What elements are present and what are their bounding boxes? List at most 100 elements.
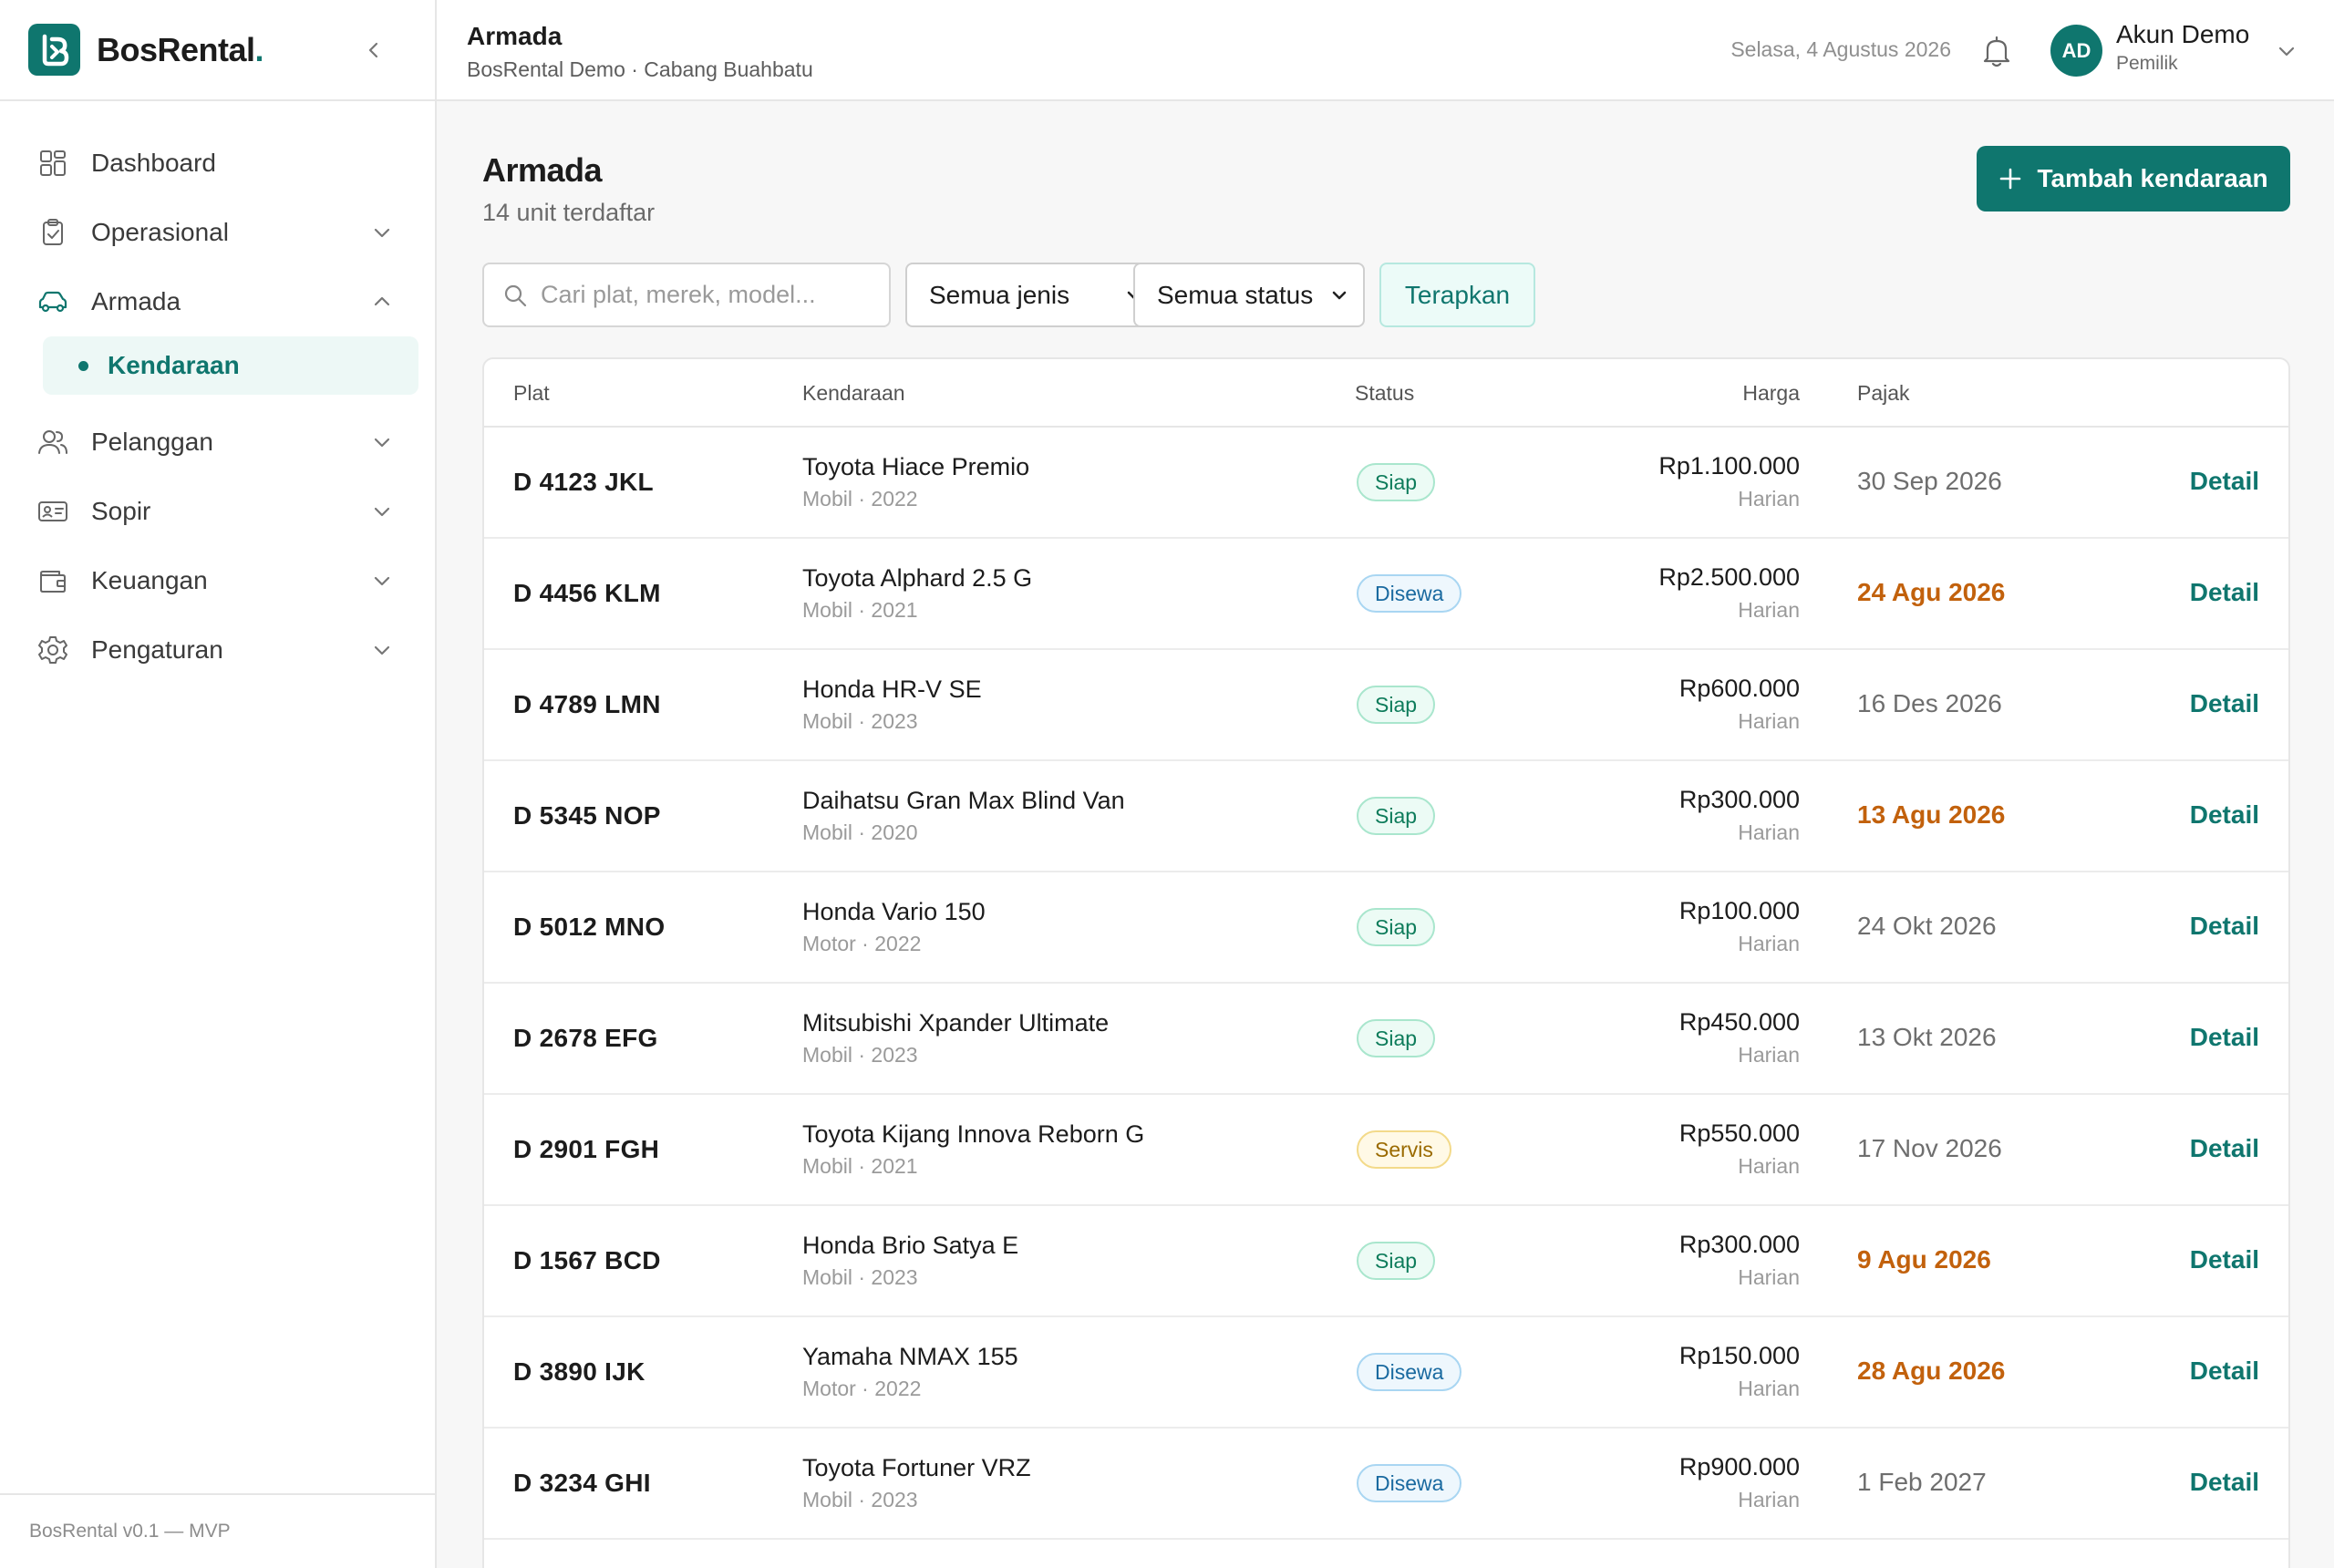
tax-date: 30 Sep 2026 <box>1857 467 2002 495</box>
chevron-down-icon <box>369 220 395 245</box>
table-row[interactable]: D 5012 MNO Honda Vario 150 Motor · 2022 Sia… <box>484 872 2288 984</box>
sidebar-item-pengaturan[interactable]: Pengaturan <box>0 615 435 685</box>
tax-date: 13 Okt 2026 <box>1857 1023 1997 1051</box>
unit-count: 14 unit terdaftar <box>482 199 656 226</box>
status-filter-select[interactable]: Semua status <box>1133 263 1365 327</box>
chevron-down-icon <box>369 429 395 455</box>
chevron-up-icon <box>369 289 395 315</box>
topbar-title: Armada <box>467 22 563 50</box>
status-badge: Siap <box>1357 1242 1436 1280</box>
avatar[interactable]: AD <box>2050 25 2102 77</box>
notification-button[interactable] <box>1978 33 2015 69</box>
table-row[interactable]: D 4789 LMN Honda HR-V SE Mobil · 2023 Siap R… <box>484 650 2288 761</box>
table-row[interactable]: D 4456 KLM Toyota Alphard 2.5 G Mobil · 20… <box>484 539 2288 650</box>
price-value: Rp300.000 <box>1678 1231 1800 1258</box>
chevron-down-icon <box>2278 46 2295 57</box>
detail-link[interactable]: Detail <box>2190 578 2259 607</box>
table-row[interactable]: D 3234 GHI Toyota Fortuner VRZ Mobil · 202… <box>484 1429 2288 1540</box>
plate-number: D 2901 FGH <box>513 1135 660 1163</box>
type-filter-select[interactable]: Semua jenis <box>905 263 1160 327</box>
gear-icon <box>36 634 69 666</box>
column-header-status[interactable]: Status <box>1355 381 1414 406</box>
detail-link[interactable]: Detail <box>2190 1245 2259 1274</box>
price-unit: Harian <box>1738 1043 1800 1067</box>
price-unit: Harian <box>1738 1377 1800 1400</box>
sidebar-item-operasional[interactable]: Operasional <box>0 198 435 267</box>
type-filter-value: Semua jenis <box>929 280 1070 309</box>
sidebar-item-label: Pengaturan <box>91 635 223 664</box>
plate-number: D 4123 JKL <box>513 468 654 496</box>
column-header-harga[interactable]: Harga <box>1742 381 1800 406</box>
plus-icon <box>2000 168 2021 190</box>
search-input[interactable] <box>541 281 869 309</box>
price-unit: Harian <box>1738 709 1800 733</box>
detail-link[interactable]: Detail <box>2190 800 2259 830</box>
tax-date: 9 Agu 2026 <box>1857 1245 1991 1274</box>
table-row[interactable]: D 4123 JKL Toyota Hiace Premio Mobil · 202… <box>484 428 2288 539</box>
detail-link[interactable]: Detail <box>2190 1134 2259 1163</box>
topbar-subtitle: BosRental Demo · Cabang Buahbatu <box>467 57 813 81</box>
user-name[interactable]: Akun Demo <box>2116 20 2249 49</box>
tax-date: 16 Des 2026 <box>1857 689 2002 717</box>
table-row[interactable]: D 1567 BCD Honda Brio Satya E Mobil · 2023… <box>484 1206 2288 1317</box>
detail-link[interactable]: Detail <box>2190 467 2259 496</box>
vehicle-name: Toyota Fortuner VRZ <box>802 1454 1031 1481</box>
brand-name: BosRental. <box>97 30 264 68</box>
vehicle-name: Honda Brio Satya E <box>802 1232 1019 1259</box>
collapse-sidebar-button[interactable] <box>358 35 389 66</box>
chevron-down-icon <box>1328 284 1350 306</box>
version-label: BosRental v0.1 — MVP <box>0 1493 435 1568</box>
vehicle-name: Toyota Hiace Premio <box>802 453 1030 480</box>
detail-link[interactable]: Detail <box>2190 912 2259 941</box>
sidebar-item-armada[interactable]: Armada <box>0 267 435 336</box>
add-vehicle-button[interactable]: Tambah kendaraan <box>1977 146 2290 211</box>
chevron-down-icon <box>369 637 395 663</box>
sidebar-nav: Dashboard Operasional Armada Kendaraan P… <box>0 101 435 685</box>
sidebar-subitem-kendaraan[interactable]: Kendaraan <box>43 336 418 395</box>
sidebar-item-label: Pelanggan <box>91 428 213 456</box>
tax-date: 17 Nov 2026 <box>1857 1134 2002 1162</box>
sidebar-item-dashboard[interactable]: Dashboard <box>0 129 435 198</box>
chevron-down-icon <box>369 568 395 593</box>
vehicle-name: Mitsubishi Xpander Ultimate <box>802 1009 1110 1037</box>
price-unit: Harian <box>1738 820 1800 844</box>
table-row[interactable]: D 2901 FGH Toyota Kijang Innova Reborn G M… <box>484 1095 2288 1206</box>
price-value: Rp550.000 <box>1678 1119 1800 1147</box>
sidebar-item-sopir[interactable]: Sopir <box>0 477 435 546</box>
column-header-plat[interactable]: Plat <box>513 381 550 406</box>
dashboard-icon <box>36 147 69 180</box>
apply-filter-button[interactable]: Terapkan <box>1379 263 1535 327</box>
page-title: Armada <box>482 151 603 189</box>
detail-link[interactable]: Detail <box>2190 689 2259 718</box>
vehicle-name: Toyota Kijang Innova Reborn G <box>802 1120 1145 1148</box>
column-header-pajak[interactable]: Pajak <box>1857 381 1910 406</box>
vehicle-table: Plat Kendaraan Status Harga Pajak D 4123… <box>482 357 2290 1568</box>
vehicle-name: Honda HR-V SE <box>802 676 982 703</box>
user-menu-button[interactable] <box>2274 38 2299 64</box>
detail-link[interactable]: Detail <box>2190 1468 2259 1497</box>
table-row[interactable]: D 2678 EFG Mitsubishi Xpander Ultimate Mob… <box>484 984 2288 1095</box>
price-unit: Harian <box>1738 487 1800 511</box>
sidebar-item-keuangan[interactable]: Keuangan <box>0 546 435 615</box>
table-row[interactable]: D 3890 IJK Yamaha NMAX 155 Motor · 2022 Dis… <box>484 1317 2288 1429</box>
brand-logo-icon[interactable] <box>28 24 80 76</box>
status-badge: Siap <box>1357 463 1436 501</box>
column-header-kendaraan[interactable]: Kendaraan <box>802 381 905 406</box>
vehicle-name: Honda Vario 150 <box>802 898 986 925</box>
status-badge: Servis <box>1357 1130 1451 1169</box>
brand: BosRental. <box>0 0 435 101</box>
sidebar-item-label: Dashboard <box>91 149 216 177</box>
price-unit: Harian <box>1738 932 1800 955</box>
plate-number: D 5345 NOP <box>513 801 661 830</box>
vehicle-name: Toyota Alphard 2.5 G <box>802 564 1033 592</box>
vehicle-meta: Mobil · 2022 <box>802 487 918 511</box>
table-row[interactable]: D 5345 NOP Daihatsu Gran Max Blind Van Mob… <box>484 761 2288 872</box>
search-box[interactable] <box>482 263 891 327</box>
sidebar-item-pelanggan[interactable]: Pelanggan <box>0 407 435 477</box>
detail-link[interactable]: Detail <box>2190 1023 2259 1052</box>
sidebar-item-label: Keuangan <box>91 566 208 594</box>
table-header: Plat Kendaraan Status Harga Pajak <box>484 359 2288 428</box>
detail-link[interactable]: Detail <box>2190 1357 2259 1386</box>
status-badge: Disewa <box>1357 1464 1462 1502</box>
vehicle-meta: Mobil · 2023 <box>802 1488 918 1511</box>
